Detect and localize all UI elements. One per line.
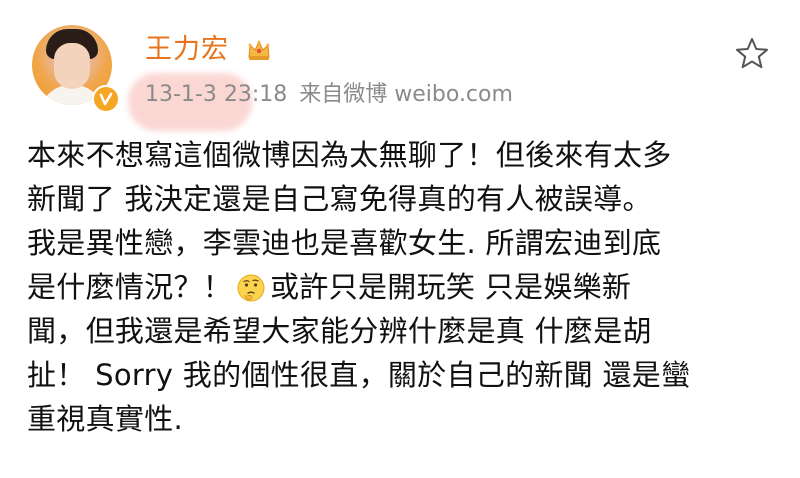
- thinking-face-emoji-icon: [236, 271, 266, 302]
- post-line: 新聞了 我決定還是自己寫免得真的有人被誤導。: [27, 182, 652, 216]
- post-timestamp[interactable]: 13-1-3 23:18: [145, 82, 287, 107]
- post-line-segment: 是什麼情況？！: [27, 270, 233, 304]
- favorite-button[interactable]: [733, 35, 771, 73]
- crown-icon: [246, 37, 272, 63]
- post-line-with-emoji: 是什麼情況？！ 或許只是開玩笑 只是娛樂新: [27, 265, 787, 309]
- post-body: 本來不想寫這個微博因為太無聊了！但後來有太多 新聞了 我決定還是自己寫免得真的有…: [27, 133, 787, 441]
- weibo-post: 王力宏 13-1-3 23:18 来自微博 weibo.com 本來不想寫這個微博…: [0, 0, 800, 478]
- post-source[interactable]: 来自微博 weibo.com: [299, 82, 513, 107]
- post-meta: 13-1-3 23:18 来自微博 weibo.com: [145, 80, 513, 110]
- post-line: 聞，但我還是希望大家能分辨什麼是真 什麼是胡: [27, 314, 652, 348]
- post-line: 本來不想寫這個微博因為太無聊了！但後來有太多: [27, 138, 672, 172]
- user-name[interactable]: 王力宏: [145, 33, 229, 67]
- post-line: 重視真實性.: [27, 402, 184, 436]
- avatar-container[interactable]: [32, 25, 120, 113]
- star-outline-icon: [736, 38, 768, 69]
- post-line: 我是異性戀，李雲迪也是喜歡女生. 所謂宏迪到底: [27, 226, 662, 260]
- verified-badge-icon: [92, 85, 120, 113]
- post-line-segment: 或許只是開玩笑 只是娛樂新: [270, 270, 632, 304]
- post-line: 扯！ Sorry 我的個性很直，關於自己的新聞 還是蠻: [27, 358, 691, 392]
